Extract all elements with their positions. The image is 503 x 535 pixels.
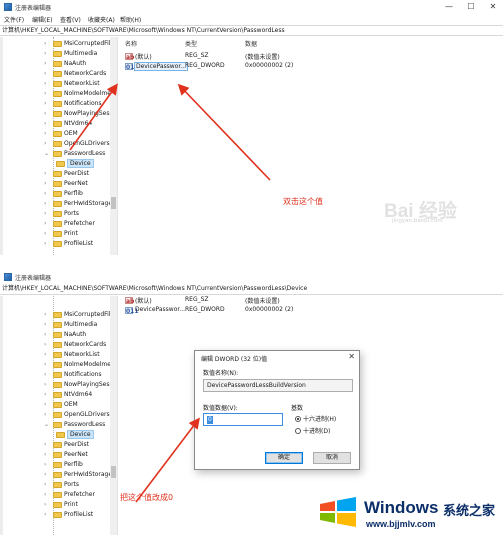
- arrow-to-device: [69, 83, 118, 151]
- screenshot-1: 注册表编辑器 — ☐ ✕ 文件(F) 编辑(E) 查看(V) 收藏夹(A) 帮助…: [0, 0, 503, 255]
- arrow-to-value: [177, 83, 271, 181]
- site-branding: Windows 系统之家 www.bjjmlv.com: [310, 492, 500, 532]
- arrow-to-data-field: [135, 417, 200, 503]
- brand-url: www.bjjmlv.com: [366, 519, 436, 529]
- screenshot-2: 注册表编辑器 计算机\HKEY_LOCAL_MACHINE\SOFTWARE\M…: [0, 270, 503, 535]
- brand-name-cn: 系统之家: [443, 504, 496, 519]
- annotation-change-to-zero: 把这个值改成0: [120, 493, 174, 502]
- brand-name: Windows: [364, 498, 439, 517]
- watermark-url: jingyan.baidu.com: [392, 218, 443, 224]
- annotation-double-click: 双击这个值: [283, 197, 323, 206]
- windows-logo-icon: [320, 497, 356, 527]
